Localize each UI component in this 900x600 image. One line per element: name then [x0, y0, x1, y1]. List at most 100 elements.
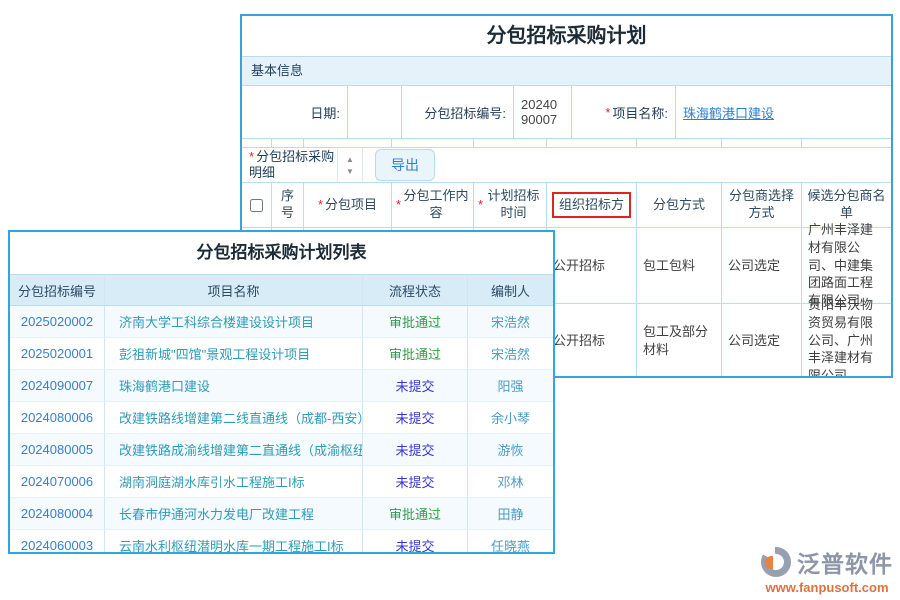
bid-no-cell[interactable]: 2024080006	[10, 402, 105, 433]
list-row[interactable]: 2025020002济南大学工科综合楼建设设计项目审批通过宋浩然	[10, 306, 553, 338]
project-cell[interactable]: 珠海鹤港口建设	[105, 370, 363, 401]
list-title: 分包招标采购计划列表	[10, 232, 553, 274]
detail-section-label: *分包招标采购明细	[242, 149, 337, 182]
detail-col-header: *分包工作内容	[392, 183, 474, 227]
detail-col-header: 分包商选择方式	[722, 183, 802, 227]
spacer-row	[242, 139, 891, 147]
status-cell: 未提交	[363, 466, 468, 497]
spacer-cell	[272, 139, 304, 147]
vendor-selection-cell: 公司选定	[722, 228, 802, 303]
org-bidding-cell: 公开招标	[547, 228, 637, 303]
project-cell[interactable]: 长春市伊通河水力发电厂改建工程	[105, 498, 363, 529]
basic-info-fields: 日期: 分包招标编号: 2024090007 *项目名称: 珠海鹤港口建设	[242, 86, 891, 139]
detail-col-header: 序号	[272, 183, 304, 227]
logo-url: www.fanpusoft.com	[761, 580, 893, 595]
candidates-cell: 贵阳丰沃物资贸易有限公司、广州丰泽建材有限公司	[802, 304, 891, 377]
date-label: 日期:	[242, 86, 348, 138]
logo-row: 泛普软件	[761, 545, 893, 579]
subcontract-method-cell: 包工及部分材料	[637, 304, 722, 377]
project-cell[interactable]: 改建铁路成渝线增建第二直通线（成渝枢纽）...	[105, 434, 363, 465]
status-cell: 审批通过	[363, 306, 468, 337]
list-row[interactable]: 2025020001彭祖新城"四馆"景观工程设计项目审批通过宋浩然	[10, 338, 553, 370]
project-cell[interactable]: 改建铁路线增建第二线直通线（成都-西安）电...	[105, 402, 363, 433]
bid-no-cell[interactable]: 2024080005	[10, 434, 105, 465]
creator-cell: 宋浩然	[468, 338, 553, 369]
status-cell: 审批通过	[363, 338, 468, 369]
detail-col-header: *计划招标时间	[474, 183, 547, 227]
status-cell: 未提交	[363, 370, 468, 401]
fanpu-logo-icon	[761, 547, 791, 577]
list-row[interactable]: 2024070006湖南洞庭湖水库引水工程施工I标未提交邓林	[10, 466, 553, 498]
creator-cell: 邓林	[468, 466, 553, 497]
list-row[interactable]: 2024090007珠海鹤港口建设未提交阳强	[10, 370, 553, 402]
spacer-cell	[474, 139, 547, 147]
required-asterisk: *	[605, 105, 610, 120]
bid-no-cell[interactable]: 2024080004	[10, 498, 105, 529]
creator-cell: 阳强	[468, 370, 553, 401]
project-cell[interactable]: 彭祖新城"四馆"景观工程设计项目	[105, 338, 363, 369]
project-cell[interactable]: 济南大学工科综合楼建设设计项目	[105, 306, 363, 337]
bid-no-value: 2024090007	[514, 86, 572, 138]
list-row[interactable]: 2024080006改建铁路线增建第二线直通线（成都-西安）电...未提交余小琴	[10, 402, 553, 434]
spacer-cell	[547, 139, 637, 147]
bid-no-cell[interactable]: 2024060003	[10, 530, 105, 554]
project-name-label: *项目名称:	[572, 86, 676, 138]
list-row[interactable]: 2024080004长春市伊通河水力发电厂改建工程审批通过田静	[10, 498, 553, 530]
creator-cell: 田静	[468, 498, 553, 529]
status-cell: 未提交	[363, 530, 468, 554]
list-row[interactable]: 2024060003云南水利枢纽潜明水库一期工程施工I标未提交任晓燕	[10, 530, 553, 554]
select-all-checkbox[interactable]	[250, 199, 263, 212]
spacer-cell	[637, 139, 722, 147]
vendor-selection-cell: 公司选定	[722, 304, 802, 377]
form-title: 分包招标采购计划	[242, 16, 891, 57]
required-asterisk: *	[249, 149, 254, 164]
required-asterisk: *	[478, 197, 483, 214]
list-col-header: 编制人	[468, 275, 553, 305]
logo-text: 泛普软件	[797, 545, 893, 579]
plan-list-panel: 分包招标采购计划列表 分包招标编号项目名称流程状态编制人 2025020002济…	[8, 230, 555, 554]
project-cell[interactable]: 湖南洞庭湖水库引水工程施工I标	[105, 466, 363, 497]
creator-cell: 宋浩然	[468, 306, 553, 337]
list-col-header: 项目名称	[105, 275, 363, 305]
project-cell[interactable]: 云南水利枢纽潜明水库一期工程施工I标	[105, 530, 363, 554]
creator-cell: 任晓燕	[468, 530, 553, 554]
list-col-header: 流程状态	[363, 275, 468, 305]
list-col-header: 分包招标编号	[10, 275, 105, 305]
status-cell: 未提交	[363, 434, 468, 465]
spacer-cell	[802, 139, 891, 147]
fanpu-logo: 泛普软件 www.fanpusoft.com	[761, 545, 893, 595]
bid-no-cell[interactable]: 2024070006	[10, 466, 105, 497]
detail-table-header: 序号*分包项目*分包工作内容*计划招标时间组织招标方分包方式分包商选择方式候选分…	[242, 183, 891, 228]
list-row[interactable]: 2024080005改建铁路成渝线增建第二直通线（成渝枢纽）...未提交游恢	[10, 434, 553, 466]
highlight-box: 组织招标方	[552, 192, 631, 219]
list-header-row: 分包招标编号项目名称流程状态编制人	[10, 274, 553, 306]
org-bidding-cell: 公开招标	[547, 304, 637, 377]
row-reorder-spinner: ▲ ▼	[337, 148, 363, 182]
creator-cell: 余小琴	[468, 402, 553, 433]
bid-no-cell[interactable]: 2025020002	[10, 306, 105, 337]
status-cell: 审批通过	[363, 498, 468, 529]
detail-section-header: *分包招标采购明细 ▲ ▼ 导出	[242, 147, 891, 183]
detail-col-header: 组织招标方	[547, 183, 637, 227]
page: 分包招标采购计划 基本信息 日期: 分包招标编号: 2024090007 *项目…	[0, 0, 900, 600]
bid-no-label: 分包招标编号:	[402, 86, 514, 138]
spacer-cell	[392, 139, 474, 147]
spacer-cell	[304, 139, 392, 147]
required-asterisk: *	[318, 197, 323, 214]
creator-cell: 游恢	[468, 434, 553, 465]
subcontract-method-cell: 包工包料	[637, 228, 722, 303]
project-name-cell: 珠海鹤港口建设	[676, 86, 891, 138]
spacer-cell	[722, 139, 802, 147]
select-all-cell	[242, 183, 272, 227]
export-button[interactable]: 导出	[375, 149, 435, 181]
up-arrow-icon[interactable]: ▲	[346, 155, 354, 164]
bid-no-cell[interactable]: 2024090007	[10, 370, 105, 401]
project-name-link[interactable]: 珠海鹤港口建设	[683, 103, 774, 122]
spacer-cell	[242, 139, 272, 147]
down-arrow-icon[interactable]: ▼	[346, 167, 354, 176]
detail-col-header: 分包方式	[637, 183, 722, 227]
bid-no-cell[interactable]: 2025020001	[10, 338, 105, 369]
status-cell: 未提交	[363, 402, 468, 433]
detail-col-header: *分包项目	[304, 183, 392, 227]
date-input[interactable]	[348, 86, 402, 138]
